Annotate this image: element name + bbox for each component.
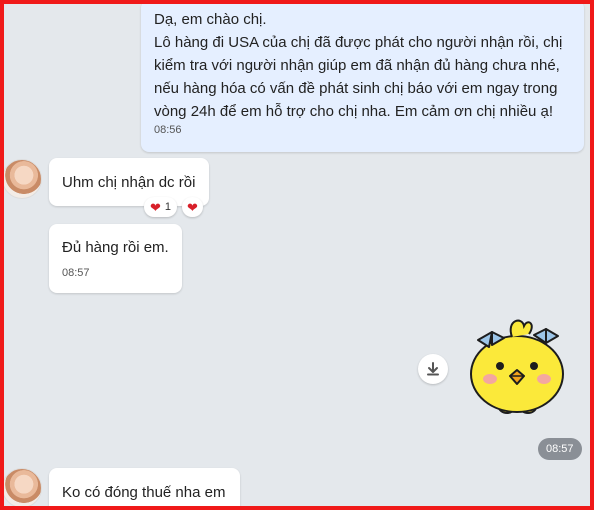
- chick-sticker[interactable]: [462, 312, 572, 422]
- add-reaction-button[interactable]: ❤: [182, 197, 203, 217]
- message-text: Đủ hàng rồi em.: [62, 239, 169, 256]
- message-line: nếu hàng hóa có vấn đề phát sinh chị báo…: [154, 80, 558, 97]
- incoming-message[interactable]: Đủ hàng rồi em. 08:57: [49, 224, 182, 293]
- heart-icon: ❤: [187, 199, 198, 215]
- chat-window: Dạ, em chào chị. Lô hàng đi USA của chị …: [0, 0, 594, 510]
- reaction-badge[interactable]: ❤ 1: [144, 197, 178, 217]
- message-line: Lô hàng đi USA của chị đã được phát cho …: [154, 34, 563, 51]
- avatar[interactable]: [4, 159, 42, 199]
- download-button[interactable]: [418, 354, 448, 384]
- message-line: kiểm tra với người nhận giúp em đã nhận …: [154, 57, 560, 74]
- message-time: 08:57: [62, 267, 90, 279]
- avatar[interactable]: [4, 468, 42, 506]
- reaction-count: 1: [164, 201, 172, 213]
- message-line: vòng 24h để em hỗ trợ cho chị nha. Em cả…: [154, 103, 554, 120]
- outgoing-message[interactable]: Dạ, em chào chị. Lô hàng đi USA của chị …: [141, 4, 584, 152]
- sticker-time: 08:57: [538, 438, 582, 460]
- incoming-message[interactable]: Ko có đóng thuế nha em: [49, 468, 240, 506]
- message-text: Uhm chị nhận dc rồi: [62, 174, 196, 191]
- heart-icon: ❤: [150, 199, 161, 215]
- message-time: 08:56: [154, 124, 182, 136]
- download-icon: [427, 362, 439, 376]
- message-line: Dạ, em chào chị.: [154, 11, 267, 28]
- message-text: Ko có đóng thuế nha em: [62, 484, 226, 501]
